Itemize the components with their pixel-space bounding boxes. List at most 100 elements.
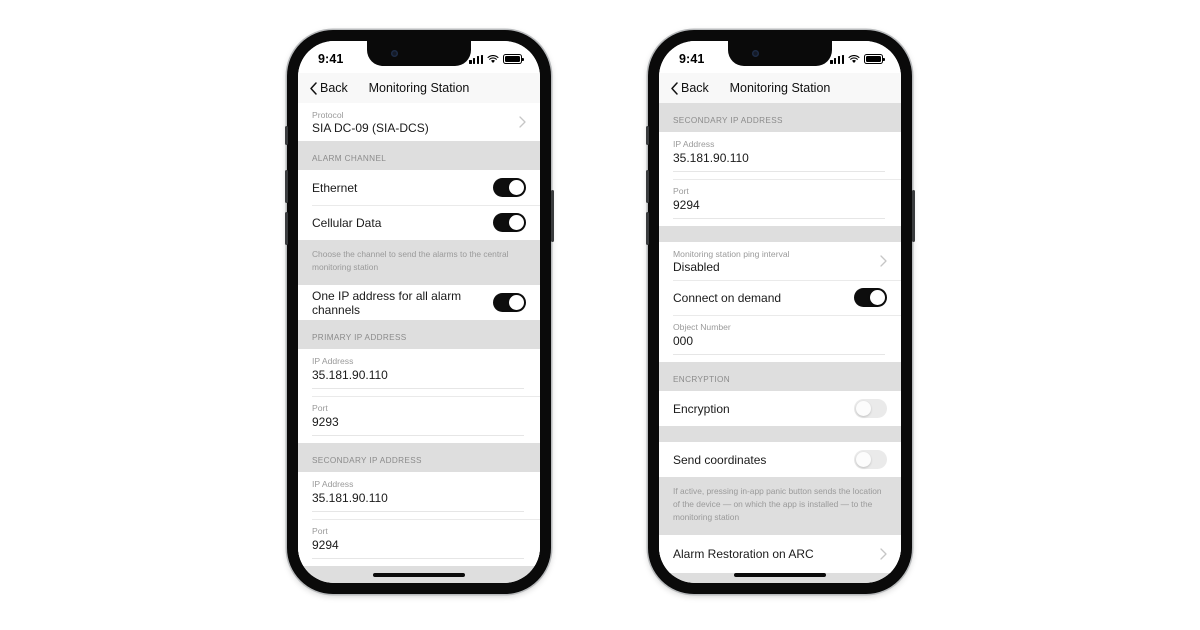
- input-value[interactable]: 35.181.90.110: [312, 491, 524, 513]
- setting-row-connect-on-demand[interactable]: Connect on demand: [659, 280, 901, 315]
- list-item-value: SIA DC-09 (SIA-DCS): [312, 120, 429, 135]
- input-row-port[interactable]: Port 9294: [298, 519, 540, 567]
- back-button-label: Back: [320, 81, 348, 95]
- volume-up-button[interactable]: [284, 170, 288, 203]
- home-indicator[interactable]: [734, 572, 826, 577]
- input-label: Object Number: [673, 322, 731, 332]
- cellular-signal-icon: [469, 54, 483, 64]
- scroll-area-left[interactable]: Protocol SIA DC-09 (SIA-DCS) ALARM CHANNEL…: [298, 103, 540, 583]
- list-item-label: Protocol: [312, 109, 344, 120]
- phone-device-left: 9:41 Back Monitoring Station Protocol SI…: [284, 30, 554, 594]
- settings-list-right: SECONDARY IP ADDRESS IP Address 35.181.90.…: [659, 103, 901, 574]
- chevron-right-icon: [880, 255, 887, 267]
- status-bar-clock: 9:41: [318, 52, 344, 66]
- setting-label: Encryption: [673, 401, 730, 416]
- navigation-bar-right: Back Monitoring Station: [659, 73, 901, 103]
- home-indicator[interactable]: [373, 572, 465, 577]
- section-footnote: If active, pressing in-app panic button …: [659, 477, 901, 536]
- screenshot-canvas: 9:41 Back Monitoring Station Protocol SI…: [0, 0, 1200, 630]
- setting-label: Connect on demand: [673, 290, 782, 305]
- list-item-monitoring-station-ping-interval[interactable]: Monitoring station ping interval Disabled: [659, 242, 901, 280]
- input-value[interactable]: 35.181.90.110: [673, 151, 885, 172]
- section-header-encryption: ENCRYPTION: [659, 362, 901, 391]
- section-footnote: Choose the channel to send the alarms to…: [298, 240, 540, 286]
- input-row-ip-address[interactable]: IP Address 35.181.90.110: [659, 132, 901, 179]
- setting-row-ethernet[interactable]: Ethernet: [298, 170, 540, 205]
- phone-device-right: 9:41 Back Monitoring Station SECONDARY I…: [645, 30, 915, 594]
- toggle-switch[interactable]: [493, 213, 526, 232]
- volume-down-button[interactable]: [645, 212, 649, 245]
- input-value[interactable]: 9294: [312, 538, 524, 560]
- battery-icon: [864, 54, 885, 64]
- input-row-port[interactable]: Port 9293: [298, 396, 540, 444]
- cellular-signal-icon: [830, 54, 844, 64]
- chevron-right-icon: [519, 116, 526, 128]
- status-bar-indicators: [469, 54, 524, 64]
- list-item-text: Protocol SIA DC-09 (SIA-DCS): [312, 110, 429, 135]
- input-value[interactable]: 000: [673, 334, 885, 355]
- toggle-switch[interactable]: [854, 399, 887, 418]
- input-label: IP Address: [312, 479, 354, 490]
- phone-screen-left: 9:41 Back Monitoring Station Protocol SI…: [298, 41, 540, 583]
- input-row-ip-address[interactable]: IP Address 35.181.90.110: [298, 349, 540, 397]
- section-header-secondary-ip-address: SECONDARY IP ADDRESS: [298, 443, 540, 473]
- front-camera-icon: [391, 50, 398, 57]
- toggle-switch[interactable]: [854, 450, 887, 469]
- list-item-title: Alarm Restoration on ARC: [673, 547, 814, 562]
- volume-down-button[interactable]: [284, 212, 288, 245]
- input-label: Port: [312, 526, 328, 537]
- section-header-secondary-ip-address: SECONDARY IP ADDRESS: [659, 103, 901, 132]
- setting-label: Ethernet: [312, 180, 358, 195]
- input-label: Port: [312, 403, 328, 414]
- scroll-area-right[interactable]: SECONDARY IP ADDRESS IP Address 35.181.90.…: [659, 103, 901, 583]
- chevron-right-icon: [880, 548, 887, 560]
- power-button[interactable]: [911, 190, 915, 242]
- status-bar-indicators: [830, 54, 885, 64]
- toggle-switch[interactable]: [493, 293, 526, 313]
- mute-switch-button[interactable]: [645, 126, 649, 145]
- chevron-left-icon: [671, 81, 678, 95]
- list-item-protocol[interactable]: Protocol SIA DC-09 (SIA-DCS): [298, 103, 540, 141]
- input-row-port[interactable]: Port 9294: [659, 179, 901, 226]
- setting-row-one-ip-address-for-all-alarm-channels[interactable]: One IP address for all alarm channels: [298, 285, 540, 321]
- notch: [367, 41, 471, 66]
- chevron-left-icon: [310, 81, 317, 95]
- toggle-switch[interactable]: [854, 288, 887, 307]
- setting-row-encryption[interactable]: Encryption: [659, 391, 901, 426]
- battery-icon: [503, 54, 524, 64]
- wifi-icon: [487, 54, 499, 63]
- input-label: Port: [673, 186, 689, 196]
- volume-up-button[interactable]: [645, 170, 649, 203]
- list-item-label: Monitoring station ping interval: [673, 248, 790, 259]
- section-spacer: [659, 226, 901, 242]
- toggle-switch[interactable]: [493, 178, 526, 197]
- back-button-label: Back: [681, 81, 709, 95]
- input-value[interactable]: 35.181.90.110: [312, 368, 524, 390]
- notch: [728, 41, 832, 66]
- navigation-bar-left: Back Monitoring Station: [298, 73, 540, 103]
- input-row-object-number[interactable]: Object Number 000: [659, 315, 901, 362]
- back-button[interactable]: Back: [310, 81, 348, 95]
- settings-list-left: Protocol SIA DC-09 (SIA-DCS) ALARM CHANNEL…: [298, 103, 540, 567]
- input-label: IP Address: [673, 139, 715, 149]
- front-camera-icon: [752, 50, 759, 57]
- input-value[interactable]: 9293: [312, 415, 524, 437]
- wifi-icon: [848, 54, 860, 63]
- list-item-alarm-restoration-on-arc[interactable]: Alarm Restoration on ARC: [659, 535, 901, 574]
- input-row-ip-address[interactable]: IP Address 35.181.90.110: [298, 472, 540, 520]
- setting-row-send-coordinates[interactable]: Send coordinates: [659, 442, 901, 477]
- setting-label: One IP address for all alarm channels: [312, 288, 462, 317]
- power-button[interactable]: [550, 190, 554, 242]
- list-item-value: Disabled: [673, 259, 720, 274]
- input-label: IP Address: [312, 356, 354, 367]
- setting-label: Cellular Data: [312, 215, 382, 230]
- section-header-alarm-channel: ALARM CHANNEL: [298, 141, 540, 170]
- status-bar-clock: 9:41: [679, 52, 705, 66]
- back-button[interactable]: Back: [671, 81, 709, 95]
- mute-switch-button[interactable]: [284, 126, 288, 145]
- input-value[interactable]: 9294: [673, 198, 885, 219]
- section-header-primary-ip-address: PRIMARY IP ADDRESS: [298, 320, 540, 350]
- setting-row-cellular-data[interactable]: Cellular Data: [298, 205, 540, 240]
- section-spacer: [659, 426, 901, 442]
- phone-screen-right: 9:41 Back Monitoring Station SECONDARY I…: [659, 41, 901, 583]
